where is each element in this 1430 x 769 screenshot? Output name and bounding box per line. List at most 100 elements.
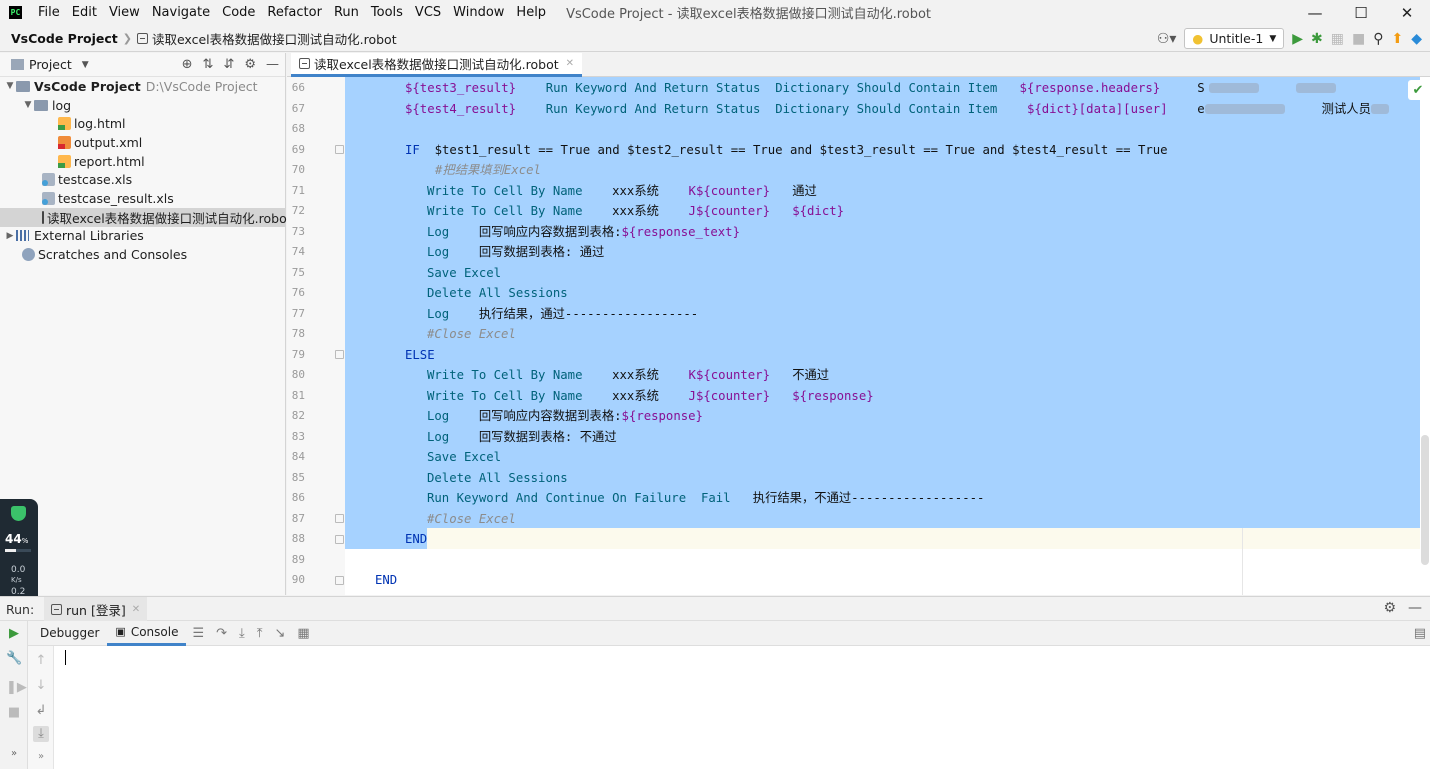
chevron-down-icon[interactable]: ▼: [22, 100, 34, 110]
maximize-button[interactable]: ☐: [1338, 0, 1384, 25]
run-panel-label: Run:: [6, 602, 35, 617]
evaluate-icon[interactable]: ▦: [297, 626, 309, 641]
line-number: 70: [291, 163, 305, 176]
line-number: 83: [291, 429, 305, 443]
editor-tab-robot-file[interactable]: 读取excel表格数据做接口测试自动化.robot ✕: [291, 53, 583, 77]
tree-item-testcase-result-xls[interactable]: testcase_result.xls: [0, 189, 285, 208]
chevron-right-icon[interactable]: ▶: [4, 231, 16, 241]
code-line-86: Run Keyword And Continue On Failure Fail…: [427, 488, 984, 509]
code-line-72: Write To Cell By Name xxx系统 J${counter} …: [427, 201, 844, 222]
tab-debugger[interactable]: Debugger: [32, 621, 107, 646]
code-token: e: [1197, 101, 1205, 116]
run-to-cursor-icon[interactable]: ↘: [275, 626, 286, 641]
breadcrumb-project[interactable]: VsCode Project: [11, 31, 118, 46]
update-icon[interactable]: ⬆: [1391, 32, 1403, 46]
more-icon[interactable]: »: [6, 746, 22, 762]
hide-icon[interactable]: —: [1408, 600, 1422, 616]
code-token: 不通过: [792, 368, 830, 382]
run-config-dropdown[interactable]: ● Untitle-1 ▼: [1184, 28, 1285, 49]
code-line-79: ELSE: [405, 345, 435, 366]
menu-refactor[interactable]: Refactor: [261, 5, 328, 20]
threads-icon[interactable]: ☰: [192, 626, 204, 641]
arrow-down-icon[interactable]: ↓: [33, 678, 49, 694]
step-out-icon[interactable]: ⤒: [257, 626, 263, 641]
fold-marker-icon[interactable]: [335, 576, 344, 585]
code-token: #Close Excel: [427, 327, 516, 341]
rerun-icon[interactable]: ▶: [6, 626, 22, 642]
scroll-to-end-icon[interactable]: ⤓: [33, 726, 49, 742]
inspection-ok-icon[interactable]: ✔: [1408, 80, 1428, 100]
coverage-icon[interactable]: ▦: [1331, 32, 1344, 46]
menu-view[interactable]: View: [103, 5, 146, 20]
tree-item-report-html[interactable]: report.html: [0, 152, 285, 171]
stop-icon[interactable]: ■: [6, 705, 22, 721]
breadcrumb-file[interactable]: 读取excel表格数据做接口测试自动化.robot: [152, 29, 397, 48]
arrow-up-icon[interactable]: ↑: [33, 653, 49, 669]
code-token: Log: [427, 306, 450, 321]
code-token: 回写数据到表格: 通过: [478, 245, 605, 259]
fold-marker-icon[interactable]: [335, 145, 344, 154]
tree-item-external-libraries[interactable]: ▶ External Libraries: [0, 227, 285, 246]
locate-icon[interactable]: ⊕: [182, 57, 193, 72]
run-icon[interactable]: ▶: [1292, 32, 1303, 46]
soft-wrap-icon[interactable]: ↲: [33, 703, 49, 719]
menu-tools[interactable]: Tools: [365, 5, 409, 20]
tree-item-robot-file[interactable]: 读取excel表格数据做接口测试自动化.robot: [0, 207, 292, 227]
project-view-dropdown[interactable]: Project: [29, 57, 72, 72]
code-token: Delete All Sessions: [427, 286, 568, 300]
close-icon[interactable]: ✕: [566, 58, 574, 69]
fold-marker-icon[interactable]: [335, 514, 344, 523]
chevron-down-icon[interactable]: ▼: [4, 81, 16, 91]
run-tab[interactable]: run [登录] ✕: [44, 597, 148, 622]
tree-item-log[interactable]: ▼ log: [0, 96, 285, 115]
console-output[interactable]: [54, 646, 1430, 769]
tree-item-project-root[interactable]: ▼ VsCode Project D:\VsCode Project: [0, 77, 285, 96]
line-number: 80: [291, 368, 305, 381]
tree-item-log-html[interactable]: log.html: [0, 114, 285, 133]
debug-icon[interactable]: ✱: [1311, 32, 1323, 46]
menu-vcs[interactable]: VCS: [409, 5, 447, 20]
hide-icon[interactable]: —: [266, 57, 279, 72]
tab-console[interactable]: ▣ Console: [107, 621, 187, 646]
code-token: J${counter}: [688, 388, 770, 403]
tree-item-scratches[interactable]: Scratches and Consoles: [0, 245, 285, 264]
menu-edit[interactable]: Edit: [66, 5, 103, 20]
menu-code[interactable]: Code: [216, 5, 261, 20]
code-token: xxx系统: [612, 388, 659, 403]
menu-file[interactable]: File: [32, 5, 66, 20]
tree-item-output-xml[interactable]: output.xml: [0, 133, 285, 152]
gear-icon[interactable]: ⚙: [244, 57, 256, 72]
fold-marker-icon[interactable]: [335, 535, 344, 544]
close-icon[interactable]: ✕: [132, 604, 140, 615]
current-line-highlight: [345, 528, 1420, 549]
search-icon[interactable]: ⚲: [1373, 32, 1383, 46]
collapse-all-icon[interactable]: ⇵: [223, 57, 234, 72]
menu-help[interactable]: Help: [510, 5, 552, 20]
jetbrains-toolbox-icon[interactable]: ◆: [1411, 32, 1422, 46]
code-editor[interactable]: 66 67 68 69 70 71 72 73 74 75 76 77 78 7…: [287, 77, 1430, 595]
tree-item-testcase-xls[interactable]: testcase.xls: [0, 170, 285, 189]
expand-all-icon[interactable]: ⇅: [203, 57, 214, 72]
fold-marker-icon[interactable]: [335, 350, 344, 359]
editor-scrollbar[interactable]: [1421, 435, 1429, 565]
close-window-button[interactable]: ✕: [1384, 0, 1430, 25]
resume-icon[interactable]: ❚▶: [6, 680, 27, 696]
line-number: 78: [291, 327, 305, 340]
code-token: 执行结果，通过------------------: [478, 306, 699, 321]
menu-window[interactable]: Window: [447, 5, 510, 20]
menu-navigate[interactable]: Navigate: [146, 5, 216, 20]
layout-icon[interactable]: ▤: [1414, 626, 1426, 641]
stop-icon[interactable]: ■: [1352, 32, 1365, 46]
user-icon[interactable]: ⚇▾: [1157, 32, 1177, 46]
step-into-icon[interactable]: ⤓: [239, 626, 245, 641]
tree-label: output.xml: [74, 134, 143, 150]
code-token: Log: [427, 245, 450, 259]
menu-run[interactable]: Run: [328, 5, 365, 20]
step-over-icon[interactable]: ↷: [216, 626, 227, 641]
more-icon[interactable]: »: [33, 749, 49, 765]
wrench-icon[interactable]: 🔧: [6, 651, 22, 667]
gear-icon[interactable]: ⚙: [1383, 600, 1396, 616]
network-speed-widget[interactable]: 44% 0.0 K/s 0.2: [0, 499, 38, 609]
run-config-label: Untitle-1: [1209, 31, 1264, 46]
minimize-button[interactable]: —: [1292, 0, 1338, 25]
